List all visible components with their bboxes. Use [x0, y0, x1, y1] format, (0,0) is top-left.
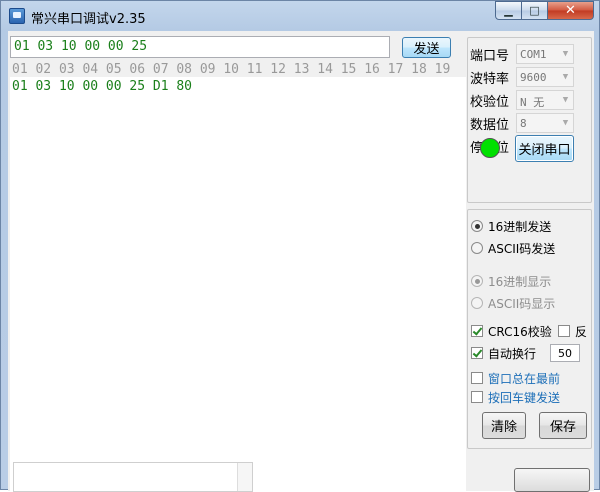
receive-line: 01 03 10 00 00 25 D1 80: [12, 79, 193, 94]
baud-select[interactable]: 9600 ▼: [516, 67, 574, 87]
parity-label: 校验位: [470, 94, 510, 110]
port-select[interactable]: COM1 ▼: [516, 44, 574, 64]
crc16-label: CRC16校验: [488, 324, 552, 339]
port-status-indicator: [480, 138, 500, 158]
send-data-input[interactable]: 01 03 10 00 00 25: [10, 36, 390, 58]
title-bar[interactable]: 常兴串口调试v2.35 ▁ □ ✕: [1, 1, 600, 31]
databits-value: 8: [520, 117, 527, 130]
close-button[interactable]: ✕: [548, 1, 594, 20]
send-hex-label: 16进制发送: [488, 219, 552, 234]
reverse-checkbox[interactable]: [558, 325, 570, 337]
baud-label: 波特率: [470, 71, 510, 87]
databits-select[interactable]: 8 ▼: [516, 113, 574, 133]
crc16-option[interactable]: CRC16校验: [471, 322, 552, 340]
display-ascii-option[interactable]: ASCII码显示: [471, 294, 555, 312]
databits-label: 数据位: [470, 117, 510, 133]
byte-index-ruler: 01 02 03 04 05 06 07 08 09 10 11 12 13 1…: [12, 62, 451, 77]
crc16-checkbox[interactable]: [471, 325, 483, 337]
chevron-down-icon: ▼: [562, 118, 569, 128]
reverse-option[interactable]: 反: [558, 322, 587, 340]
maximize-button[interactable]: □: [522, 1, 548, 20]
always-on-top-option[interactable]: 窗口总在最前: [471, 369, 560, 387]
enter-send-checkbox[interactable]: [471, 391, 483, 403]
display-ascii-label: ASCII码显示: [488, 296, 556, 311]
port-value: COM1: [520, 48, 547, 61]
display-hex-radio[interactable]: [471, 275, 483, 287]
parity-value: N 无: [520, 96, 545, 109]
always-on-top-label: 窗口总在最前: [488, 371, 561, 386]
save-button[interactable]: 保存: [539, 412, 587, 439]
bottom-input-partial[interactable]: [13, 462, 253, 492]
display-hex-option[interactable]: 16进制显示: [471, 272, 551, 290]
interval-input[interactable]: 50: [550, 344, 580, 362]
window-title: 常兴串口调试v2.35: [31, 12, 146, 27]
send-ascii-option[interactable]: ASCII码发送: [471, 239, 555, 257]
parity-select[interactable]: N 无 ▼: [516, 90, 574, 110]
baud-value: 9600: [520, 71, 547, 84]
reverse-label: 反: [575, 324, 588, 339]
port-row: 端口号 COM1 ▼: [470, 44, 574, 64]
auto-newline-checkbox[interactable]: [471, 347, 483, 359]
send-button[interactable]: 发送: [402, 37, 451, 58]
databits-row: 数据位 8 ▼: [470, 113, 574, 133]
port-label: 端口号: [470, 48, 510, 64]
chevron-down-icon: ▼: [562, 72, 569, 82]
chevron-down-icon: ▼: [562, 95, 569, 105]
receive-area[interactable]: 01 03 10 00 00 25 D1 80: [10, 77, 466, 491]
enter-send-option[interactable]: 按回车键发送: [471, 388, 560, 406]
minimize-button[interactable]: ▁: [495, 1, 522, 20]
parity-row: 校验位 N 无 ▼: [470, 90, 574, 110]
send-ascii-label: ASCII码发送: [488, 241, 556, 256]
caption-buttons: ▁ □ ✕: [495, 1, 594, 20]
send-hex-radio[interactable]: [471, 220, 483, 232]
auto-newline-option[interactable]: 自动换行: [471, 344, 536, 362]
app-icon: [9, 8, 25, 24]
send-hex-option[interactable]: 16进制发送: [471, 217, 551, 235]
display-hex-label: 16进制显示: [488, 274, 552, 289]
enter-send-label: 按回车键发送: [488, 390, 561, 405]
always-on-top-checkbox[interactable]: [471, 372, 483, 384]
auto-newline-label: 自动换行: [488, 346, 537, 361]
chevron-down-icon: ▼: [562, 49, 569, 59]
clear-button[interactable]: 清除: [482, 412, 526, 439]
bottom-button-partial[interactable]: [514, 468, 590, 492]
close-port-button[interactable]: 关闭串口: [515, 135, 574, 162]
send-ascii-radio[interactable]: [471, 242, 483, 254]
baud-row: 波特率 9600 ▼: [470, 67, 574, 87]
display-ascii-radio[interactable]: [471, 297, 483, 309]
